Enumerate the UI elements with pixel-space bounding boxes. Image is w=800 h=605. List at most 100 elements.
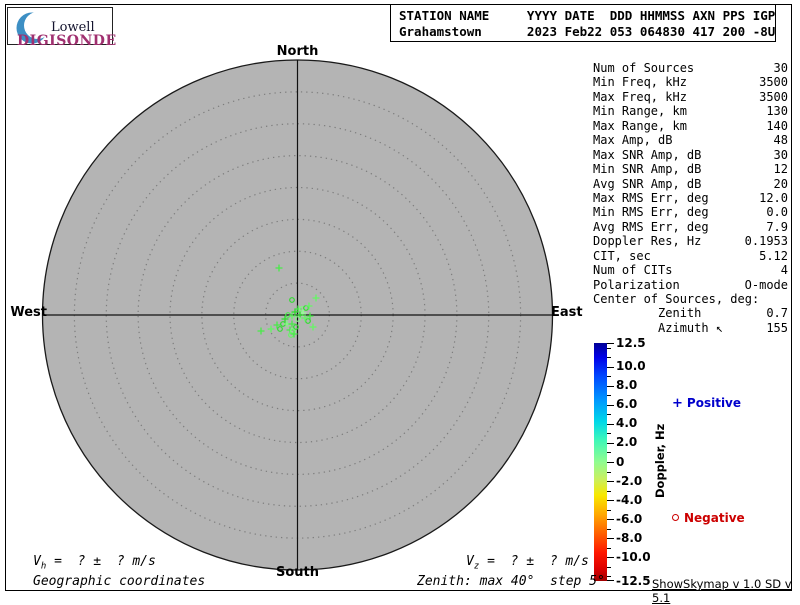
zenith-range-note: Zenith: max 40° step 5° [417, 574, 605, 589]
param-value: 3500 [759, 75, 788, 90]
colorbar-tick-label: -2.0 [616, 473, 643, 488]
param-row: Max Amp, dB 48 [593, 133, 788, 147]
param-value: 48 [773, 133, 788, 148]
colorbar-tick-label: -8.0 [616, 530, 643, 545]
param-value: O-mode [744, 277, 788, 292]
param-value: 5.12 [759, 248, 788, 263]
colorbar-major-tick [607, 519, 614, 521]
colorbar-tick-label: 10.0 [616, 359, 646, 374]
colorbar-minor-tick [607, 566, 611, 568]
param-label: Polarization [593, 277, 680, 292]
param-row: Avg RMS Err, deg 7.9 [593, 220, 788, 234]
param-label: Num of CITs [593, 263, 673, 278]
param-value: 130 [766, 104, 788, 119]
colorbar-minor-tick [607, 509, 611, 511]
colorbar-tick-label: -6.0 [616, 511, 643, 526]
param-label: Num of Sources [593, 61, 695, 75]
param-value: 7.9 [766, 219, 788, 234]
param-row: Min RMS Err, deg 0.0 [593, 205, 788, 219]
colorbar-major-tick [607, 442, 614, 444]
colorbar-minor-tick [607, 414, 611, 416]
colorbar-tick-label: 8.0 [616, 378, 638, 393]
colorbar-tick-label: 12.5 [616, 335, 646, 350]
param-value: 12.0 [759, 190, 788, 205]
param-value: 155 [766, 320, 788, 335]
compass-label-west: West [10, 305, 47, 320]
legend-positive: + Positive [672, 396, 741, 411]
param-value: 0.0 [766, 205, 788, 220]
param-row: CIT, sec 5.12 [593, 249, 788, 263]
colorbar-major-tick [607, 462, 614, 463]
param-row: Max Freq, kHz 3500 [593, 90, 788, 104]
colorbar-major-tick [607, 366, 614, 368]
param-row: Min Range, km 130 [593, 104, 788, 118]
param-label: Max Amp, dB [593, 133, 673, 148]
colorbar-axis-title: Doppler, Hz [653, 423, 667, 499]
param-row: Avg SNR Amp, dB 20 [593, 177, 788, 191]
param-label: Avg SNR Amp, dB [593, 176, 702, 191]
legend-negative: Negative [672, 511, 745, 525]
param-value: 3500 [759, 89, 788, 104]
app-version-label: ShowSkymap v 1.0 SD v 5.1 [652, 577, 792, 605]
colorbar-minor-tick [607, 547, 611, 549]
colorbar-minor-tick [607, 576, 611, 578]
colorbar-major-tick [607, 385, 614, 387]
colorbar-major-tick [607, 580, 614, 581]
param-value: 30 [773, 61, 788, 75]
param-label: Min Freq, kHz [593, 75, 687, 90]
param-row: Azimuth ↖ 155 [593, 321, 788, 335]
param-label: Min RMS Err, deg [593, 205, 709, 220]
param-row: Num of Sources 30 [593, 61, 788, 75]
param-row: Doppler Res, Hz 0.1953 [593, 234, 788, 248]
coordinates-label: Geographic coordinates [33, 574, 206, 589]
param-label: Avg RMS Err, deg [593, 219, 709, 234]
param-row: Max SNR Amp, dB 30 [593, 148, 788, 162]
param-label: Center of Sources, deg: [593, 292, 760, 306]
param-value: 30 [773, 147, 788, 162]
colorbar-major-tick [607, 423, 614, 425]
legend-negative-label: Negative [684, 511, 745, 525]
param-value: 20 [773, 176, 788, 191]
colorbar-major-tick [607, 481, 614, 483]
colorbar-tick-label: -4.0 [616, 492, 643, 507]
param-value: 0.1953 [744, 234, 788, 249]
colorbar-minor-tick [607, 452, 611, 454]
colorbar-minor-tick [607, 357, 611, 359]
compass-label-north: North [276, 44, 319, 59]
param-label: Max SNR Amp, dB [593, 147, 702, 162]
legend-positive-label: Positive [686, 396, 742, 410]
param-value: 4 [780, 263, 788, 278]
colorbar-minor-tick [607, 433, 611, 435]
colorbar-tick-label: 2.0 [616, 435, 638, 450]
colorbar-tick-label: -12.5 [616, 573, 651, 588]
circle-marker-icon [672, 514, 679, 521]
param-label: Azimuth ↖ [593, 320, 724, 335]
colorbar-major-tick [607, 557, 614, 559]
colorbar-major-tick [607, 404, 614, 406]
colorbar-major-tick [607, 343, 614, 344]
param-row: Max RMS Err, deg 12.0 [593, 191, 788, 205]
doppler-colorbar [594, 343, 607, 581]
param-row: Min Freq, kHz 3500 [593, 75, 788, 89]
colorbar-minor-tick [607, 347, 611, 349]
colorbar-tick-label: 4.0 [616, 416, 638, 431]
colorbar-minor-tick [607, 395, 611, 397]
param-label: Max Freq, kHz [593, 89, 687, 104]
param-label: Min SNR Amp, dB [593, 162, 702, 177]
vh-velocity-readout: Vh = ? ± ? m/s [33, 554, 156, 572]
vz-velocity-readout: Vz = ? ± ? m/s [466, 554, 589, 572]
colorbar-minor-tick [607, 490, 611, 492]
param-label: Doppler Res, Hz [593, 234, 702, 249]
colorbar-tick-label: 6.0 [616, 397, 638, 412]
param-row: Polarization O-mode [593, 278, 788, 292]
param-label: Max RMS Err, deg [593, 190, 709, 205]
param-row: Zenith 0.7 [593, 306, 788, 320]
plus-marker-icon: + [672, 396, 683, 411]
param-row: Min SNR Amp, dB 12 [593, 162, 788, 176]
param-row: Max Range, km 140 [593, 119, 788, 133]
param-row: Center of Sources, deg: [593, 292, 788, 306]
colorbar-minor-tick [607, 528, 611, 530]
param-label: Min Range, km [593, 104, 687, 119]
param-value: 140 [766, 118, 788, 133]
param-value: 12 [773, 162, 788, 177]
